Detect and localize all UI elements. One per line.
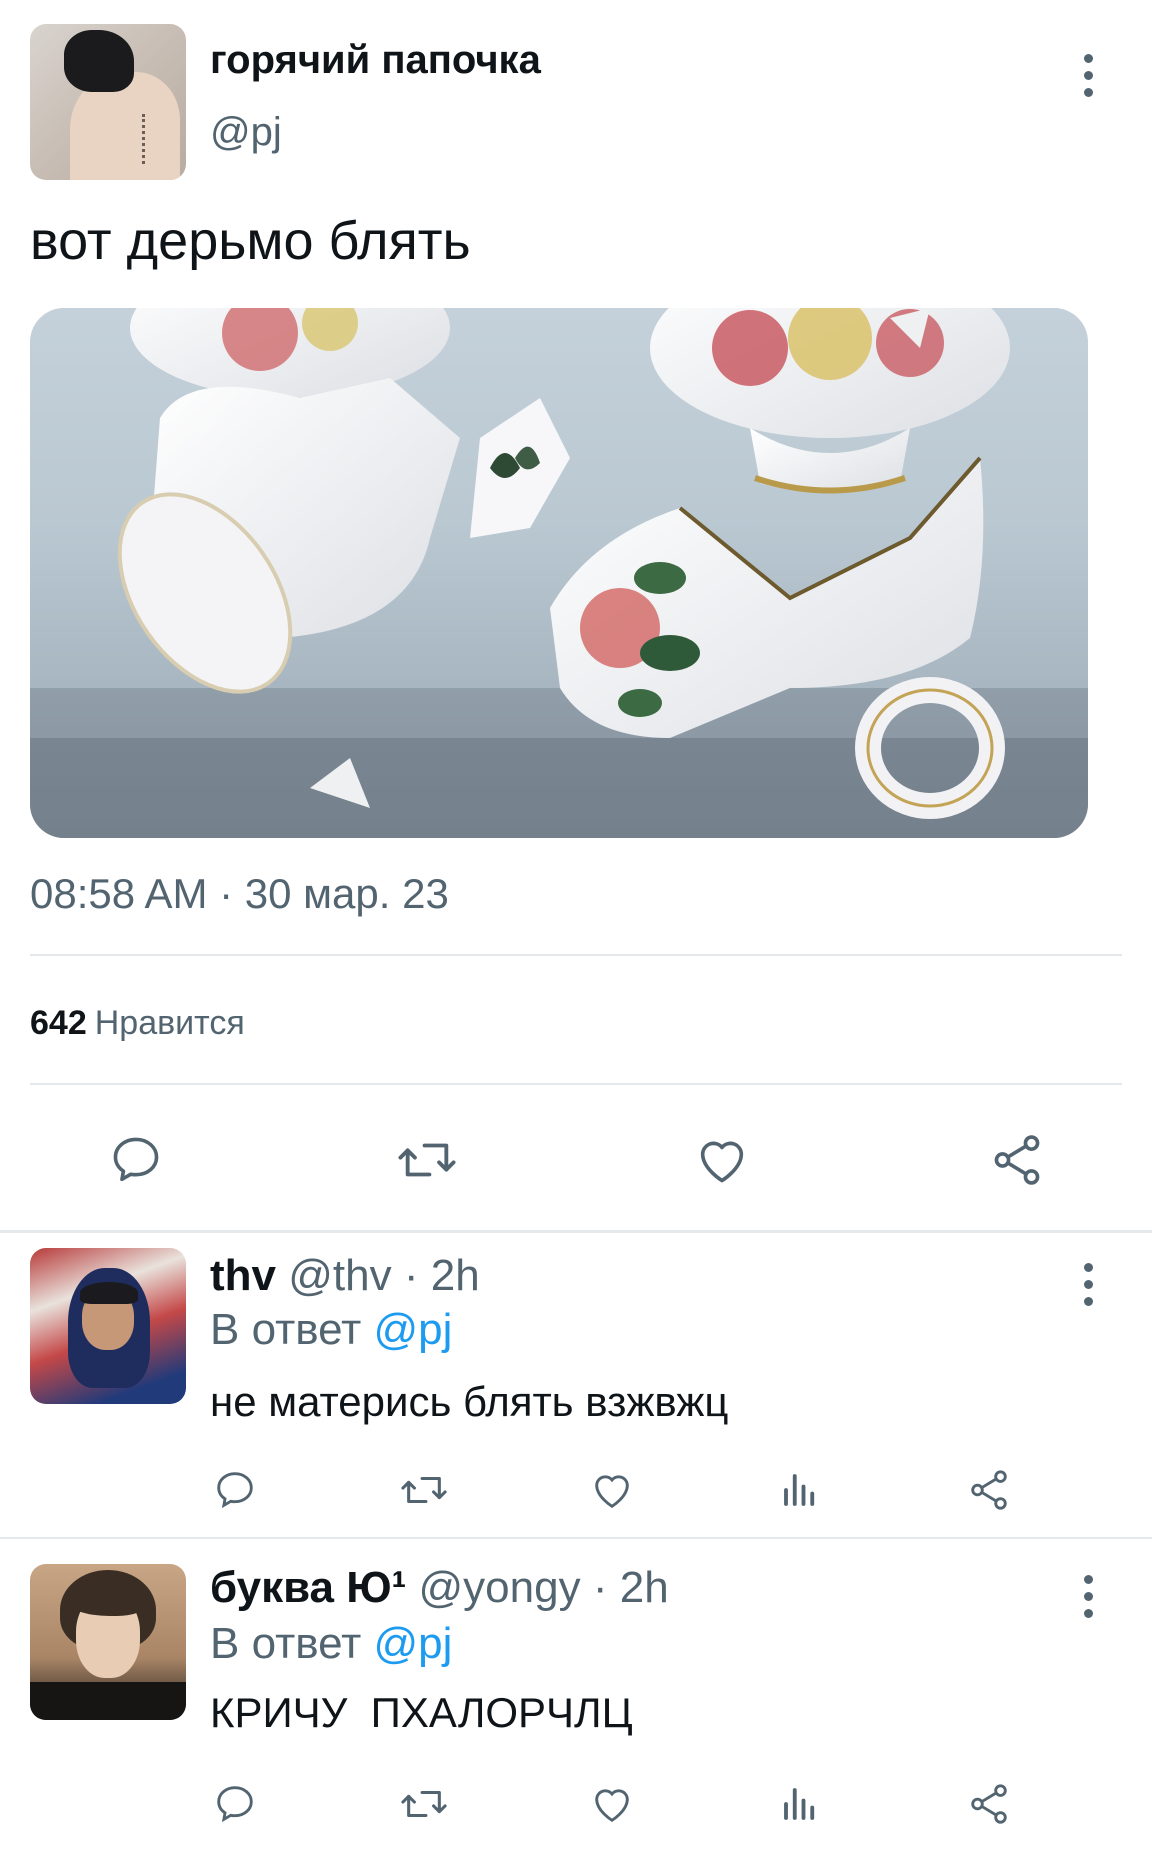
retweet-icon[interactable] [396,1465,452,1515]
retweet-icon[interactable] [392,1128,462,1192]
reply-time: 2h [619,1563,669,1612]
likes-label: Нравится [94,1004,245,1042]
share-icon[interactable] [985,1128,1049,1192]
reply-icon[interactable] [210,1465,260,1515]
mention-link[interactable]: @pj [374,1619,453,1668]
divider [30,954,1122,956]
user-handle[interactable]: @pj [210,110,282,155]
avatar[interactable] [30,1564,186,1720]
like-icon[interactable] [690,1128,754,1192]
reply-tweet: thv @thv · 2h В ответ @pj не матерись бл… [0,1233,1152,1538]
likes-number: 642 [30,1004,87,1042]
separator: · [403,1251,419,1300]
mention-link[interactable]: @pj [374,1305,453,1354]
like-icon[interactable] [587,1779,637,1829]
main-tweet: горячий папочка @pj вот дерьмо блять 08:… [0,0,1152,1230]
in-reply-prefix: В ответ [210,1619,362,1668]
reply-header: буква Ю¹ @yongy · 2h [210,1563,669,1613]
more-options-icon[interactable] [1068,1571,1108,1621]
in-reply-to: В ответ @pj [210,1619,452,1669]
retweet-icon[interactable] [396,1779,452,1829]
user-handle[interactable]: @yongy [419,1563,581,1612]
views-icon[interactable] [775,1465,825,1515]
tweet-text: вот дерьмо блять [30,211,471,271]
avatar[interactable] [30,24,186,180]
in-reply-prefix: В ответ [210,1305,362,1354]
more-options-icon[interactable] [1068,1259,1108,1309]
reply-header: thv @thv · 2h [210,1251,480,1301]
reply-time: 2h [430,1251,480,1300]
separator: · [592,1563,608,1612]
reply-text: не матерись блять взжвжц [210,1378,729,1425]
more-options-icon[interactable] [1068,50,1108,100]
reply-icon[interactable] [210,1779,260,1829]
user-handle[interactable]: @thv [288,1251,391,1300]
tweet-timestamp[interactable]: 08:58 AM · 30 мар. 23 [30,870,449,918]
likes-count[interactable]: 642 Нравится [30,1004,245,1043]
display-name[interactable]: thv [210,1251,276,1300]
avatar[interactable] [30,1248,186,1404]
share-icon[interactable] [964,1465,1014,1515]
display-name[interactable]: горячий папочка [210,38,541,83]
reply-text: КРИЧУ ПХАЛОРЧЛЦ [210,1689,633,1736]
share-icon[interactable] [964,1779,1014,1829]
divider [30,1083,1122,1085]
display-name[interactable]: буква Ю¹ [210,1563,406,1612]
like-icon[interactable] [587,1465,637,1515]
tweet-image[interactable] [30,308,1088,838]
reply-tweet: буква Ю¹ @yongy · 2h В ответ @pj КРИЧУ П… [0,1539,1152,1856]
in-reply-to: В ответ @pj [210,1305,452,1355]
views-icon[interactable] [775,1779,825,1829]
reply-icon[interactable] [104,1128,168,1192]
